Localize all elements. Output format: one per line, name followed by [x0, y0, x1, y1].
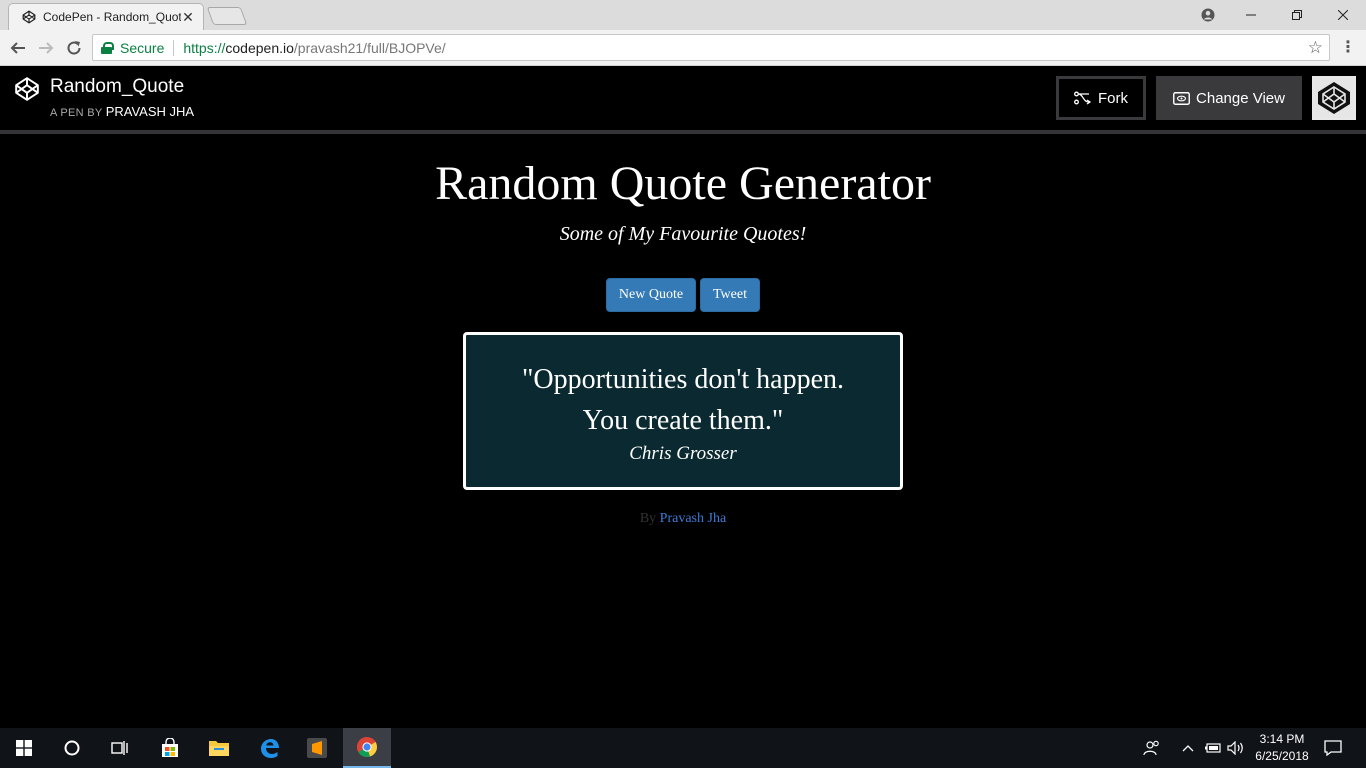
codepen-favicon-icon: [21, 9, 37, 25]
lock-icon: [101, 41, 114, 54]
forward-arrow-icon[interactable]: [34, 36, 58, 60]
fork-button[interactable]: Fork: [1056, 76, 1146, 120]
new-quote-button[interactable]: New Quote: [606, 278, 696, 312]
clock-time: 3:14 PM: [1259, 732, 1305, 746]
quote-box: "Opportunities don't happen. You create …: [463, 332, 903, 490]
windows-start-icon[interactable]: [0, 728, 48, 768]
fork-icon: [1074, 91, 1092, 105]
byline-prefix: A PEN BY: [50, 107, 103, 119]
tab-title: CodePen - Random_Quot: [43, 10, 181, 24]
fork-label: Fork: [1098, 89, 1128, 107]
quote-line-2: You create them.": [582, 405, 784, 436]
credit-prefix: By: [639, 511, 657, 526]
restore-icon[interactable]: [1274, 0, 1320, 30]
page-subtitle: Some of My Favourite Quotes!: [559, 223, 807, 245]
chrome-icon[interactable]: [343, 728, 391, 768]
pen-author-link[interactable]: PRAVASH JHA: [106, 104, 194, 119]
taskbar: 3:14 PM 6/25/2018: [0, 728, 1366, 768]
quote-line-1: "Opportunities don't happen.: [521, 364, 845, 395]
browser-menu-icon[interactable]: ⋮: [1340, 37, 1356, 57]
clock-date: 6/25/2018: [1255, 749, 1309, 763]
pen-title: Random_Quote: [50, 76, 185, 97]
tweet-button[interactable]: Tweet: [700, 278, 760, 312]
codepen-logo-icon[interactable]: [14, 76, 40, 102]
url-protocol: https://: [183, 39, 226, 56]
close-window-icon[interactable]: [1320, 0, 1366, 30]
page-title: Random Quote Generator: [435, 157, 931, 210]
tab-close-icon[interactable]: ✕: [181, 9, 195, 26]
people-icon[interactable]: [1143, 728, 1161, 768]
quote-author: Chris Grosser: [629, 443, 737, 464]
pen-preview: Random Quote Generator Some of My Favour…: [0, 134, 1366, 728]
new-tab-button[interactable]: [206, 7, 248, 25]
taskbar-clock[interactable]: 3:14 PM 6/25/2018: [1250, 731, 1314, 765]
address-toolbar: Secure https://codepen.io/pravash21/full…: [0, 30, 1366, 66]
url-host: codepen.io: [225, 39, 294, 56]
cortana-search-icon[interactable]: [48, 728, 96, 768]
action-center-icon[interactable]: [1324, 728, 1342, 768]
battery-icon[interactable]: [1204, 728, 1222, 768]
url-path: /pravash21/full/BJOPVe/: [293, 39, 446, 56]
store-icon[interactable]: [146, 728, 194, 768]
minimize-icon[interactable]: [1228, 0, 1274, 30]
volume-icon[interactable]: [1227, 728, 1245, 768]
change-view-button[interactable]: Change View: [1156, 76, 1302, 120]
edge-browser-icon[interactable]: [245, 728, 293, 768]
back-arrow-icon[interactable]: [6, 36, 30, 60]
user-avatar[interactable]: [1312, 76, 1356, 120]
codepen-header: Random_Quote A PEN BY PRAVASH JHA Fork C…: [0, 66, 1366, 130]
browser-tab-bar: CodePen - Random_Quot ✕: [0, 0, 1366, 30]
reload-icon[interactable]: [62, 36, 86, 60]
pen-byline: A PEN BY PRAVASH JHA: [50, 104, 194, 119]
credit-author-link[interactable]: Pravash Jha: [660, 511, 727, 526]
show-hidden-icons-icon[interactable]: [1182, 728, 1194, 768]
browser-tab[interactable]: CodePen - Random_Quot ✕: [8, 3, 204, 30]
view-icon: [1173, 91, 1190, 105]
task-view-icon[interactable]: [96, 728, 144, 768]
secure-label: Secure: [120, 39, 165, 56]
profile-icon[interactable]: [1188, 0, 1228, 30]
sublime-text-icon[interactable]: [293, 728, 341, 768]
change-view-label: Change View: [1196, 89, 1285, 107]
url-bar[interactable]: Secure https://codepen.io/pravash21/full…: [92, 34, 1330, 61]
file-explorer-icon[interactable]: [195, 728, 243, 768]
credit-line: By Pravash Jha: [0, 511, 1366, 527]
bookmark-star-icon[interactable]: ☆: [1308, 38, 1323, 58]
